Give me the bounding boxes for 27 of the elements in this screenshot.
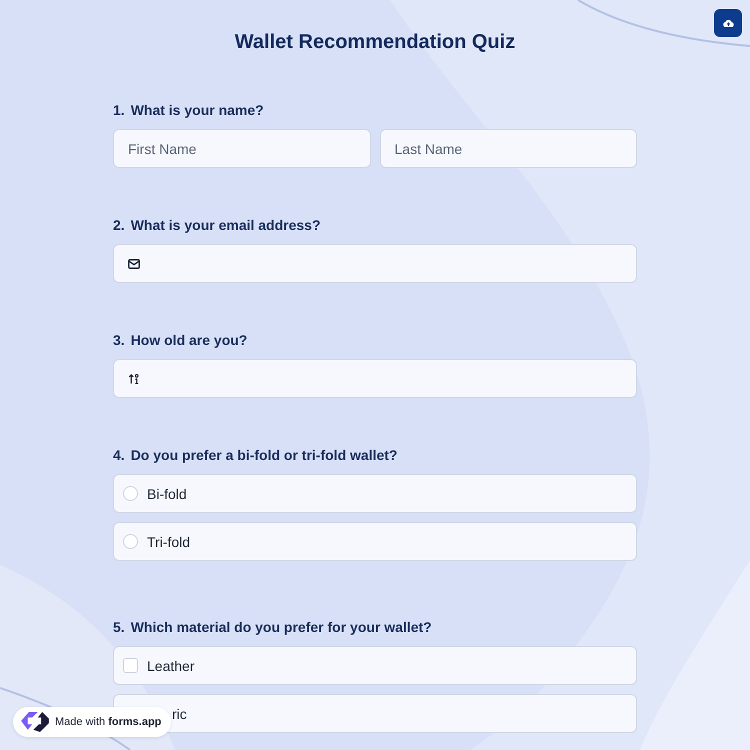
answer-option[interactable]: Tri-fold xyxy=(113,522,637,561)
arrow-number-icon xyxy=(128,374,140,384)
cloud-upload-icon xyxy=(722,18,734,28)
text-field[interactable]: Last Name xyxy=(380,129,637,168)
email-field[interactable] xyxy=(113,244,637,283)
logo-icon xyxy=(21,712,49,732)
question-number: 5. xyxy=(113,618,125,637)
question-number: 3. xyxy=(113,331,125,350)
question-text: What is your name? xyxy=(130,101,264,120)
form-title: Wallet Recommendation Quiz xyxy=(234,30,516,54)
answer-option[interactable]: Bi-fold xyxy=(113,474,637,513)
checkbox[interactable] xyxy=(123,658,138,673)
question-number: 1. xyxy=(113,101,125,120)
number-field[interactable] xyxy=(113,359,637,398)
question-text: How old are you? xyxy=(130,331,248,350)
question-text: Do you prefer a bi-fold or tri-fold wallet? xyxy=(130,446,398,465)
question-text: What is your email address? xyxy=(130,216,321,235)
question-number: 4. xyxy=(113,446,125,465)
made-with-badge[interactable]: Made with forms.app xyxy=(13,707,172,737)
answer-option[interactable]: Leather xyxy=(113,646,637,685)
envelope-icon xyxy=(128,258,140,268)
question-text: Which material do you prefer for your wallet? xyxy=(130,618,432,637)
question-number: 2. xyxy=(113,216,125,235)
cloud-upload-button[interactable] xyxy=(714,9,742,37)
text-field[interactable]: First Name xyxy=(113,129,370,168)
radio-button[interactable] xyxy=(123,534,138,549)
radio-button[interactable] xyxy=(123,486,138,501)
